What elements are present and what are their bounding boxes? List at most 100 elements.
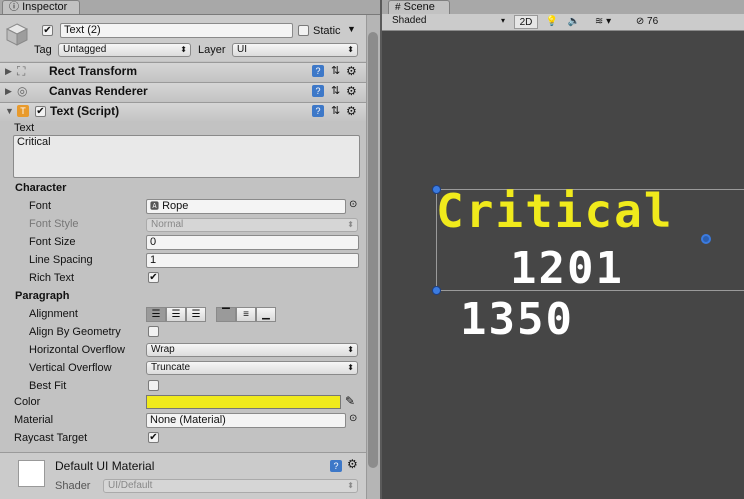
fold-arrow-down-icon[interactable]: ▼ bbox=[5, 102, 14, 120]
updown-arrow-icon: ⬍ bbox=[180, 45, 187, 54]
lighting-icon[interactable]: 💡 bbox=[542, 15, 562, 29]
help-icon[interactable]: ? bbox=[312, 105, 324, 117]
eyedropper-icon[interactable]: ✎ bbox=[345, 394, 355, 408]
scene-text-critical[interactable]: Critical bbox=[436, 182, 674, 240]
align-geometry-label: Align By Geometry bbox=[29, 326, 121, 338]
v-overflow-dropdown[interactable]: Truncate ⬍ bbox=[146, 361, 358, 375]
font-field[interactable]: 🅰 Rope bbox=[146, 199, 346, 214]
raycast-checkbox[interactable]: ✔ bbox=[148, 432, 159, 443]
help-icon[interactable]: ? bbox=[312, 65, 324, 77]
rich-text-label: Rich Text bbox=[29, 272, 75, 284]
grid-icon: # bbox=[395, 2, 401, 13]
align-middle-icon[interactable]: ≡ bbox=[236, 307, 256, 322]
canvas-renderer-icon: ◎ bbox=[17, 84, 28, 98]
scene-panel: # Scene Shaded ▾ 2D 💡 🔈 ≋ ▾ ⊘ 76 Critical… bbox=[382, 0, 744, 499]
help-icon[interactable]: ? bbox=[312, 85, 324, 97]
hidden-objects-toggle[interactable]: ⊘ 76 bbox=[624, 15, 670, 29]
align-left-icon[interactable]: ☰ bbox=[146, 307, 166, 322]
shading-mode-dropdown[interactable]: Shaded ▾ bbox=[388, 15, 508, 29]
updown-arrow-icon: ⬍ bbox=[347, 481, 354, 490]
rich-text-checkbox[interactable]: ✔ bbox=[148, 272, 159, 283]
updown-arrow-icon: ⬍ bbox=[347, 45, 354, 54]
font-label: Font bbox=[29, 200, 52, 212]
rect-transform-icon: ⛶ bbox=[17, 64, 26, 78]
v-overflow-value: Truncate bbox=[151, 362, 191, 373]
2d-mode-button[interactable]: 2D bbox=[514, 15, 538, 29]
tag-dropdown[interactable]: Untagged ⬍ bbox=[58, 43, 191, 57]
rect-transform-title: Rect Transform bbox=[49, 64, 138, 78]
text-label: Text bbox=[14, 122, 35, 134]
object-name-input[interactable]: Text (2) bbox=[60, 23, 293, 38]
audio-icon[interactable]: 🔈 bbox=[564, 15, 584, 29]
font-size-label: Font Size bbox=[29, 236, 76, 248]
h-overflow-label: Horizontal Overflow bbox=[29, 344, 125, 356]
material-section-title: Default UI Material bbox=[55, 459, 155, 473]
preset-icon[interactable]: ⇅ bbox=[331, 82, 340, 100]
color-label: Color bbox=[14, 396, 41, 408]
scene-text-1201[interactable]: 1201 bbox=[510, 240, 624, 298]
gameobject-cube-icon bbox=[6, 23, 28, 46]
font-value: Rope bbox=[162, 200, 189, 212]
character-header: Character bbox=[15, 182, 67, 194]
fold-arrow-icon[interactable]: ▶ bbox=[5, 82, 12, 100]
align-bottom-icon[interactable]: ▁ bbox=[256, 307, 276, 322]
effects-icon[interactable]: ≋ ▾ bbox=[588, 15, 618, 29]
font-size-input[interactable]: 0 bbox=[146, 235, 359, 250]
align-right-icon[interactable]: ☰ bbox=[186, 307, 206, 322]
inspector-tab[interactable]: ⓘ Inspector bbox=[2, 0, 80, 14]
shading-value: Shaded bbox=[392, 15, 427, 26]
gear-icon[interactable]: ⚙ bbox=[347, 457, 358, 471]
gear-icon[interactable]: ⚙ bbox=[346, 102, 357, 120]
layer-dropdown[interactable]: UI ⬍ bbox=[232, 43, 358, 57]
line-spacing-label: Line Spacing bbox=[29, 254, 93, 266]
static-checkbox[interactable] bbox=[298, 25, 309, 36]
inspector-panel: ⓘ Inspector ✔ Text (2) Static ▼ Tag Unta… bbox=[0, 0, 380, 499]
material-preview-thumbnail bbox=[18, 460, 45, 487]
updown-arrow-icon: ⬍ bbox=[347, 363, 354, 372]
preset-icon[interactable]: ⇅ bbox=[331, 62, 340, 80]
tag-label: Tag bbox=[34, 44, 52, 56]
shader-label: Shader bbox=[55, 480, 91, 492]
h-overflow-value: Wrap bbox=[151, 344, 175, 355]
h-overflow-dropdown[interactable]: Wrap ⬍ bbox=[146, 343, 358, 357]
fold-arrow-icon[interactable]: ▶ bbox=[5, 62, 12, 80]
scene-text-1350[interactable]: 1350 bbox=[460, 291, 574, 349]
scene-tab[interactable]: # Scene bbox=[388, 0, 450, 14]
help-icon[interactable]: ? bbox=[330, 460, 342, 472]
gear-icon[interactable]: ⚙ bbox=[346, 82, 357, 100]
preset-icon[interactable]: ⇅ bbox=[331, 102, 340, 120]
text-area[interactable]: Critical bbox=[13, 135, 360, 178]
align-center-icon[interactable]: ☰ bbox=[166, 307, 186, 322]
font-style-dropdown: Normal ⬍ bbox=[146, 218, 358, 232]
line-spacing-input[interactable]: 1 bbox=[146, 253, 359, 268]
active-checkbox[interactable]: ✔ bbox=[42, 25, 53, 36]
info-icon: ⓘ bbox=[9, 2, 19, 13]
color-swatch[interactable] bbox=[146, 395, 341, 409]
text-component-icon: T bbox=[17, 105, 29, 117]
shader-dropdown: UI/Default ⬍ bbox=[103, 479, 358, 493]
inspector-scroll-thumb[interactable] bbox=[368, 32, 378, 468]
font-style-label: Font Style bbox=[29, 218, 79, 230]
layer-value: UI bbox=[237, 44, 247, 55]
v-overflow-label: Vertical Overflow bbox=[29, 362, 112, 374]
text-enabled-checkbox[interactable]: ✔ bbox=[35, 106, 46, 117]
layer-label: Layer bbox=[198, 44, 226, 56]
text-script-title: Text (Script) bbox=[50, 104, 120, 118]
best-fit-checkbox[interactable] bbox=[148, 380, 159, 391]
align-geometry-checkbox[interactable] bbox=[148, 326, 159, 337]
object-picker-icon[interactable]: ⊙ bbox=[349, 199, 357, 210]
material-label: Material bbox=[14, 414, 54, 426]
static-dropdown-icon[interactable]: ▼ bbox=[347, 24, 356, 34]
pivot-handle[interactable] bbox=[701, 234, 711, 244]
object-picker-icon[interactable]: ⊙ bbox=[349, 413, 357, 424]
rect-handle-bottom-left[interactable] bbox=[432, 286, 441, 295]
gear-icon[interactable]: ⚙ bbox=[346, 62, 357, 80]
raycast-label: Raycast Target bbox=[14, 432, 88, 444]
shader-value: UI/Default bbox=[108, 480, 153, 491]
scene-tab-label: Scene bbox=[403, 1, 435, 13]
font-asset-icon: 🅰 bbox=[150, 201, 160, 211]
align-top-icon[interactable]: ▔ bbox=[216, 307, 236, 322]
material-field[interactable]: None (Material) bbox=[146, 413, 346, 428]
best-fit-label: Best Fit bbox=[29, 380, 67, 392]
gizmo-count: 76 bbox=[647, 16, 659, 27]
